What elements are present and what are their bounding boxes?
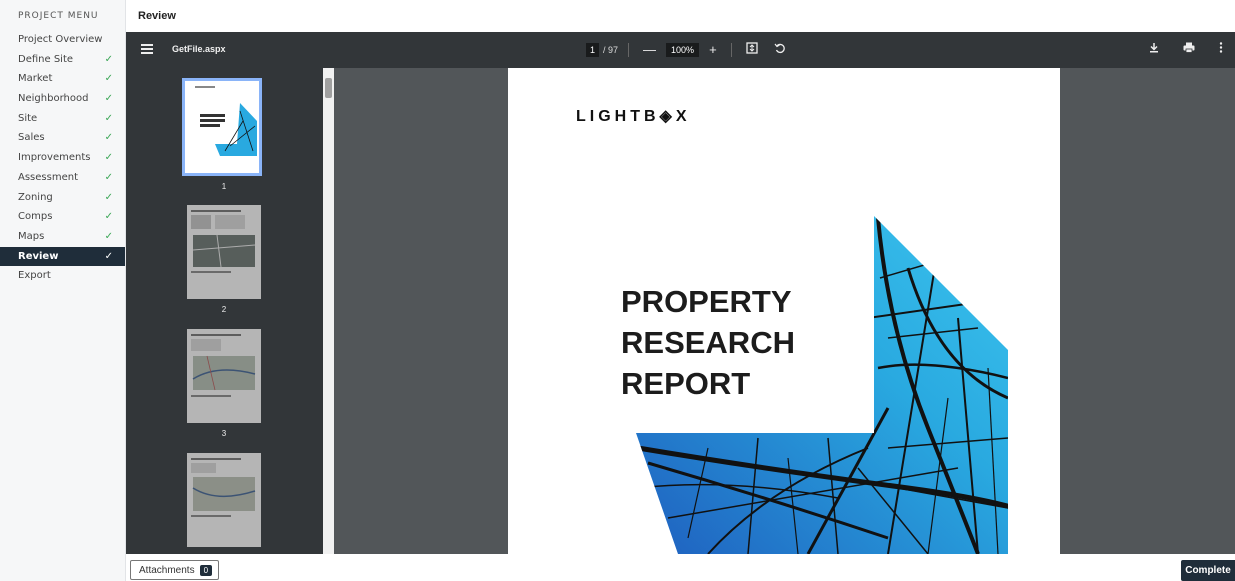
sidebar-item-label: Maps <box>18 230 45 242</box>
sidebar-item-site[interactable]: Site ✓ <box>0 109 125 129</box>
attachments-button[interactable]: Attachments 0 <box>130 560 220 580</box>
more-vert-icon[interactable] <box>1215 41 1227 59</box>
checkmark-icon: ✓ <box>104 73 113 85</box>
fit-page-icon[interactable] <box>742 41 762 59</box>
pdf-toolbar: GetFile.aspx 1 / 97 — 100% + <box>126 32 1235 68</box>
sidebar-item-label: Neighborhood <box>18 93 89 105</box>
sidebar-item-label: Project Overview <box>18 34 103 45</box>
project-menu-list: Project Overview Define Site ✓ Market ✓ Neigh… <box>0 30 125 286</box>
attachments-count-badge: 0 <box>199 564 213 576</box>
sidebar-item-improvements[interactable]: Improvements ✓ <box>0 148 125 168</box>
sidebar-item-label: Improvements <box>18 152 91 164</box>
sidebar-item-assessment[interactable]: Assessment ✓ <box>0 168 125 188</box>
sidebar-item-label: Market <box>18 73 53 85</box>
checkmark-icon: ✓ <box>104 53 113 65</box>
thumbnail-preview <box>182 78 262 176</box>
sidebar-item-label: Define Site <box>18 53 74 65</box>
sidebar-item-comps[interactable]: Comps ✓ <box>0 207 125 227</box>
attachments-label: Attachments <box>139 564 195 576</box>
thumbnail-page-number: 3 <box>221 429 227 438</box>
page-total: / 97 <box>603 45 619 55</box>
complete-button[interactable]: Complete <box>1181 560 1235 581</box>
sidebar-item-label: Zoning <box>18 191 53 203</box>
zoom-level-input[interactable]: 100% <box>666 43 700 57</box>
thumbnail-preview <box>187 205 261 299</box>
zoom-out-button[interactable]: — <box>639 41 660 59</box>
checkmark-icon: ✓ <box>104 230 113 242</box>
sidebar-item-export[interactable]: Export <box>0 266 125 286</box>
thumbnail-page-2[interactable]: 2 <box>185 205 263 314</box>
zoom-in-button[interactable]: + <box>705 41 721 59</box>
project-menu-header: PROJECT MENU <box>18 11 99 21</box>
sidebar-item-zoning[interactable]: Zoning ✓ <box>0 188 125 208</box>
page-title: Review <box>138 10 176 22</box>
toolbar-right-actions <box>1129 41 1227 59</box>
thumbnail-page-1[interactable]: 1 <box>182 78 263 191</box>
sidebar-item-label: Comps <box>18 211 53 223</box>
checkmark-icon: ✓ <box>104 171 113 183</box>
thumbnail-page-3[interactable]: 3 <box>185 329 263 438</box>
thumbnail-scrollbar[interactable] <box>323 68 334 554</box>
sidebar-item-label: Export <box>18 270 51 282</box>
checkmark-icon: ✓ <box>104 112 113 124</box>
sidebar-item-label: Site <box>18 112 38 124</box>
checkmark-icon: ✓ <box>104 211 113 223</box>
rotate-icon[interactable] <box>770 41 790 59</box>
pdf-controls: 1 / 97 — 100% + <box>586 41 790 59</box>
menu-icon[interactable] <box>141 42 155 56</box>
sidebar-item-market[interactable]: Market ✓ <box>0 69 125 89</box>
sidebar-item-maps[interactable]: Maps ✓ <box>0 227 125 247</box>
pdf-viewer: GetFile.aspx 1 / 97 — 100% + 1 2 3 LIGHT… <box>126 32 1235 554</box>
toolbar-divider <box>730 43 732 57</box>
sidebar-item-sales[interactable]: Sales ✓ <box>0 128 125 148</box>
sidebar-item-label: Sales <box>18 132 45 144</box>
sidebar-item-define-site[interactable]: Define Site ✓ <box>0 50 125 70</box>
project-menu-sidebar: PROJECT MENU Project Overview Define Site… <box>0 0 126 581</box>
checkmark-icon: ✓ <box>104 191 113 203</box>
thumbnail-panel[interactable]: 1 2 3 <box>126 68 334 554</box>
thumbnail-preview <box>187 453 261 547</box>
sidebar-item-label: Assessment <box>18 171 78 183</box>
checkmark-icon: ✓ <box>104 132 113 144</box>
print-icon[interactable] <box>1179 41 1199 59</box>
page-number-input[interactable]: 1 <box>586 43 600 57</box>
thumbnail-page-number: 2 <box>221 305 227 314</box>
sidebar-item-label: Review <box>18 250 59 262</box>
checkmark-icon: ✓ <box>104 93 113 105</box>
toolbar-divider <box>628 43 630 57</box>
pdf-filename: GetFile.aspx <box>172 44 226 54</box>
thumbnail-preview <box>187 329 261 423</box>
checkmark-icon: ✓ <box>104 250 113 262</box>
sidebar-item-project-overview[interactable]: Project Overview <box>0 30 125 50</box>
thumbnail-page-4[interactable] <box>185 453 263 553</box>
sidebar-item-review[interactable]: Review ✓ <box>0 246 125 267</box>
checkmark-icon: ✓ <box>104 152 113 164</box>
map-graphic <box>636 216 1008 554</box>
document-page: LIGHTB◈X PROPERTY RESEARCH REPORT <box>508 68 1060 554</box>
scrollbar-thumb[interactable] <box>325 78 332 98</box>
sidebar-item-neighborhood[interactable]: Neighborhood ✓ <box>0 89 125 109</box>
thumbnail-page-number: 1 <box>221 182 227 191</box>
download-icon[interactable] <box>1145 41 1163 59</box>
